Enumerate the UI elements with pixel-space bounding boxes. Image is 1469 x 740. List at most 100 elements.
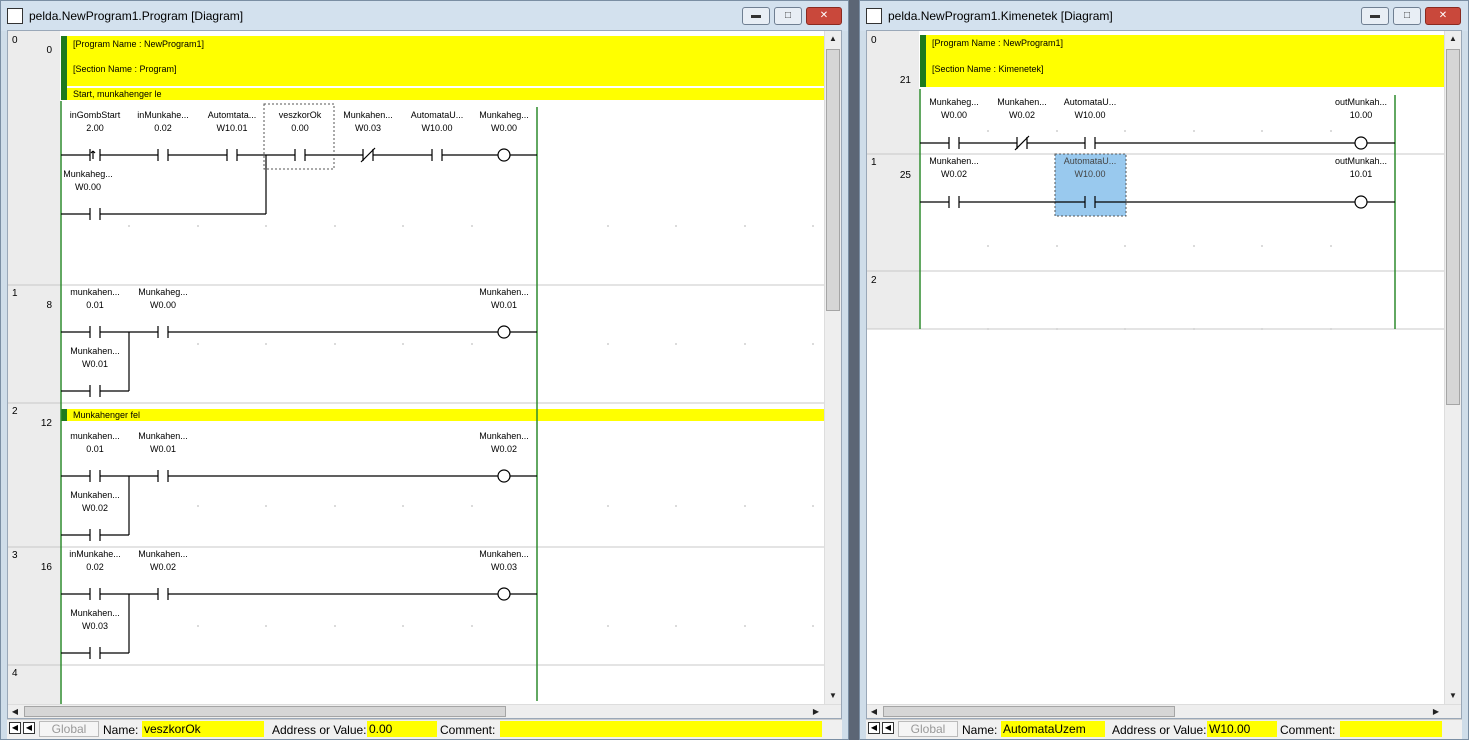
right-ladder-diagram: 0 21 1 25 2 [Program Name : NewProgram1]… [867, 31, 1444, 330]
contact-address: 0.01 [86, 444, 104, 454]
program-name-label: [Program Name : NewProgram1] [73, 39, 204, 49]
contact-label: AutomataU... [1064, 97, 1117, 107]
section-name-label: [Section Name : Program] [73, 64, 177, 74]
scroll-left-arrow-icon[interactable]: ◀ [8, 705, 22, 718]
program-name-label: [Program Name : NewProgram1] [932, 38, 1063, 48]
coil-label: Munkaheg... [479, 110, 529, 120]
scroll-up-arrow-icon[interactable]: ▲ [1445, 31, 1461, 47]
global-toggle[interactable]: Global [39, 721, 99, 737]
scroll-up-arrow-icon[interactable]: ▲ [825, 31, 841, 47]
contact-label: Munkahen... [929, 156, 979, 166]
contact-label: Munkaheg... [138, 287, 188, 297]
branch-address: W0.01 [82, 359, 108, 369]
rung-2: munkahen... 0.01 Munkahen... W0.01 Munka… [70, 431, 529, 513]
vertical-scroll-thumb[interactable] [1446, 49, 1460, 405]
coil-label: Munkahen... [479, 549, 529, 559]
prev-icon[interactable]: ◀ [882, 722, 894, 734]
rung-comment-fel-text: Munkahenger fel [73, 410, 140, 420]
contact-address: W10.01 [216, 123, 247, 133]
close-button[interactable]: ✕ [806, 7, 842, 25]
name-label: Name: [103, 723, 139, 737]
horizontal-scroll-thumb[interactable] [24, 706, 506, 717]
address-label: Address or Value: [1112, 723, 1207, 737]
coil-label: Munkahen... [479, 431, 529, 441]
rung-3: inMunkahe... 0.02 Munkahen... W0.02 Munk… [69, 549, 529, 631]
address-field[interactable]: 0.00 [367, 721, 437, 737]
right-symbol-bar: ◀ ◀ Global Name: AutomataUzem Address or… [866, 719, 1462, 739]
contact-label: Munkahen... [343, 110, 393, 120]
scroll-down-arrow-icon[interactable]: ▼ [825, 688, 841, 704]
coil-label: Munkahen... [479, 287, 529, 297]
rung-comment-start [67, 88, 824, 100]
rung-comment-marker [61, 409, 67, 421]
contact-address: W0.00 [150, 300, 176, 310]
rung-separators [867, 153, 1444, 330]
branch-address: W0.02 [82, 503, 108, 513]
header-marker [920, 35, 926, 87]
horizontal-scrollbar[interactable]: ◀ ▶ [867, 704, 1461, 718]
prev-icon[interactable]: ◀ [23, 722, 35, 734]
branch-label: Munkahen... [70, 346, 120, 356]
name-field[interactable]: AutomataUzem [1001, 721, 1105, 737]
address-field[interactable]: W10.00 [1207, 721, 1277, 737]
rung-step-0: 21 [900, 75, 912, 86]
contact-label: Automtata... [208, 110, 257, 120]
vertical-scroll-thumb[interactable] [826, 49, 840, 311]
rung-index-4: 4 [12, 668, 18, 679]
left-titlebar: pelda.NewProgram1.Program [Diagram] ▬ □ … [1, 1, 848, 31]
contact-label: Munkahen... [997, 97, 1047, 107]
minimize-button[interactable]: ▬ [742, 7, 770, 25]
contact-address: W0.02 [1009, 110, 1035, 120]
contact-address: W10.00 [421, 123, 452, 133]
rung-1: munkahen... 0.01 Munkaheg... W0.00 Munka… [70, 287, 529, 369]
rung-index-0: 0 [871, 35, 877, 46]
global-toggle[interactable]: Global [898, 721, 958, 737]
rung-1-wiring [61, 325, 537, 397]
contact-address: 2.00 [86, 123, 104, 133]
comment-field[interactable] [1340, 721, 1442, 737]
right-window-title: pelda.NewProgram1.Kimenetek [Diagram] [888, 9, 1113, 23]
scroll-down-arrow-icon[interactable]: ▼ [1445, 688, 1461, 704]
scroll-right-arrow-icon[interactable]: ▶ [809, 705, 823, 718]
close-button[interactable]: ✕ [1425, 7, 1461, 25]
comment-field[interactable] [500, 721, 822, 737]
coil-address: W0.00 [491, 123, 517, 133]
contact-label: AutomataU... [1064, 156, 1117, 166]
horizontal-scrollbar[interactable]: ◀ ▶ [8, 704, 841, 718]
rung-index-2: 2 [12, 406, 18, 417]
left-diagram-window: pelda.NewProgram1.Program [Diagram] ▬ □ … [0, 0, 849, 740]
vertical-scrollbar[interactable]: ▲ ▼ [1444, 31, 1461, 704]
rung-step-1: 25 [900, 170, 912, 181]
rung-step-2: 12 [41, 418, 53, 429]
contact-label: inGombStart [70, 110, 121, 120]
contact-address: 0.02 [154, 123, 172, 133]
first-icon[interactable]: ◀ [868, 722, 880, 734]
branch-label: Munkahen... [70, 608, 120, 618]
branch-address: W0.03 [82, 621, 108, 631]
maximize-button[interactable]: □ [1393, 7, 1421, 25]
comment-label: Comment: [1280, 723, 1336, 737]
contact-label: AutomataU... [411, 110, 464, 120]
contact-label: inMunkahe... [69, 549, 121, 559]
coil-address: 10.00 [1350, 110, 1373, 120]
name-field[interactable]: veszkorOk [142, 721, 264, 737]
first-icon[interactable]: ◀ [9, 722, 21, 734]
header-marker [61, 36, 67, 100]
left-diagram-area[interactable]: 0 0 1 8 2 12 3 16 4 [Program Name : NewP… [7, 30, 842, 719]
minimize-button[interactable]: ▬ [1361, 7, 1389, 25]
maximize-button[interactable]: □ [774, 7, 802, 25]
contact-address: W10.00 [1074, 169, 1105, 179]
scroll-right-arrow-icon[interactable]: ▶ [1429, 705, 1443, 718]
rung-0-wiring [920, 135, 1395, 151]
diagram-window-icon [7, 8, 23, 24]
horizontal-scroll-thumb[interactable] [883, 706, 1175, 717]
vertical-scrollbar[interactable]: ▲ ▼ [824, 31, 841, 704]
right-diagram-area[interactable]: 0 21 1 25 2 [Program Name : NewProgram1]… [866, 30, 1462, 719]
left-ladder-diagram: 0 0 1 8 2 12 3 16 4 [Program Name : NewP… [8, 31, 824, 718]
rung-3-wiring [61, 587, 537, 659]
rung-0-wiring [61, 147, 537, 220]
coil-address: W0.03 [491, 562, 517, 572]
coil-label: outMunkah... [1335, 97, 1387, 107]
contact-address: W10.00 [1074, 110, 1105, 120]
scroll-left-arrow-icon[interactable]: ◀ [867, 705, 881, 718]
